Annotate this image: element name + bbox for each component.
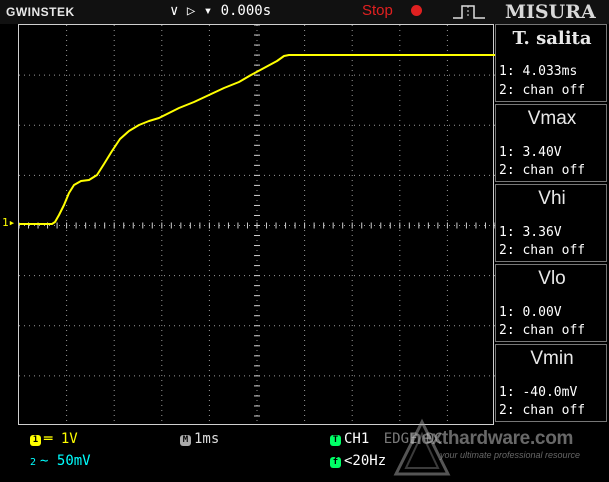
measure-ch2-value: 2: chan off bbox=[499, 403, 586, 418]
trigger-source-text: CH1 bbox=[344, 431, 370, 447]
brand-logo: GWINSTEK bbox=[6, 5, 75, 19]
top-status-bar: GWINSTEK ∨ ▷ ▾ 0.000s Stop MISURA bbox=[0, 0, 609, 24]
watermark-text: nexthardware.com bbox=[410, 428, 574, 449]
measure-box-vmin[interactable]: Vmin 1: -40.0mV 2: chan off bbox=[495, 344, 607, 422]
waveform-display bbox=[18, 24, 495, 426]
measure-name: T. salita bbox=[512, 28, 592, 49]
graticule bbox=[19, 25, 495, 426]
measure-ch1-value: 1: 0.00V bbox=[499, 305, 562, 320]
measure-box-vlo[interactable]: Vlo 1: 0.00V 2: chan off bbox=[495, 264, 607, 342]
measure-ch1-value: 1: 3.36V bbox=[499, 225, 562, 240]
ch2-scale-text: ∼ 50mV bbox=[40, 453, 91, 469]
ch1-scale-text: ═ 1V bbox=[44, 431, 78, 447]
timebase-readout[interactable]: M 1ms bbox=[180, 431, 219, 447]
measure-ch2-value: 2: chan off bbox=[499, 243, 586, 258]
measure-name: Vlo bbox=[538, 268, 566, 289]
menu-title: MISURA bbox=[505, 1, 596, 23]
ch1-badge: 1 bbox=[30, 435, 41, 446]
measure-ch2-value: 2: chan off bbox=[499, 83, 586, 98]
ch1-scale-readout[interactable]: 1 ═ 1V bbox=[30, 431, 78, 447]
measure-box-rise-time[interactable]: T. salita 1: 4.033ms 2: chan off bbox=[495, 24, 607, 102]
watermark-tagline: your ultimate professional resource bbox=[440, 450, 581, 460]
bottom-status-bar: 1 ═ 1V 2 ∼ 50mV M 1ms T CH1 EDGE DC f <20Hz n… bbox=[0, 418, 609, 482]
horizontal-position-readout: ∨ ▷ ▾ 0.000s bbox=[170, 3, 272, 19]
trigger-edge-icon bbox=[453, 5, 485, 19]
measure-ch2-value: 2: chan off bbox=[499, 323, 586, 338]
measure-ch2-value: 2: chan off bbox=[499, 163, 586, 178]
measure-name: Vmax bbox=[527, 108, 577, 129]
stop-indicator-icon bbox=[411, 5, 422, 16]
measure-box-vhi[interactable]: Vhi 1: 3.36V 2: chan off bbox=[495, 184, 607, 262]
measure-ch1-value: 1: 4.033ms bbox=[499, 64, 578, 79]
ch2-badge: 2 bbox=[30, 457, 37, 468]
filter-text: <20Hz bbox=[344, 453, 387, 469]
filter-badge: f bbox=[330, 457, 341, 468]
timebase-text: 1ms bbox=[194, 431, 220, 447]
ch1-ground-marker[interactable]: 1▸ bbox=[2, 216, 15, 229]
measure-ch1-value: 1: 3.40V bbox=[499, 145, 562, 160]
measure-box-vmax[interactable]: Vmax 1: 3.40V 2: chan off bbox=[495, 104, 607, 182]
measure-ch1-value: 1: -40.0mV bbox=[499, 385, 578, 400]
measure-name: Vhi bbox=[538, 188, 566, 209]
filter-readout[interactable]: f <20Hz bbox=[330, 453, 386, 469]
measurement-panel: T. salita 1: 4.033ms 2: chan off Vmax 1:… bbox=[495, 24, 609, 425]
run-stop-status[interactable]: Stop bbox=[362, 2, 393, 19]
measure-name: Vmin bbox=[530, 348, 574, 369]
watermark: nexthardware.com your ultimate professio… bbox=[392, 418, 607, 480]
trigger-badge: T bbox=[330, 435, 341, 446]
ch2-scale-readout[interactable]: 2 ∼ 50mV bbox=[30, 453, 91, 469]
timebase-badge: M bbox=[180, 435, 191, 446]
